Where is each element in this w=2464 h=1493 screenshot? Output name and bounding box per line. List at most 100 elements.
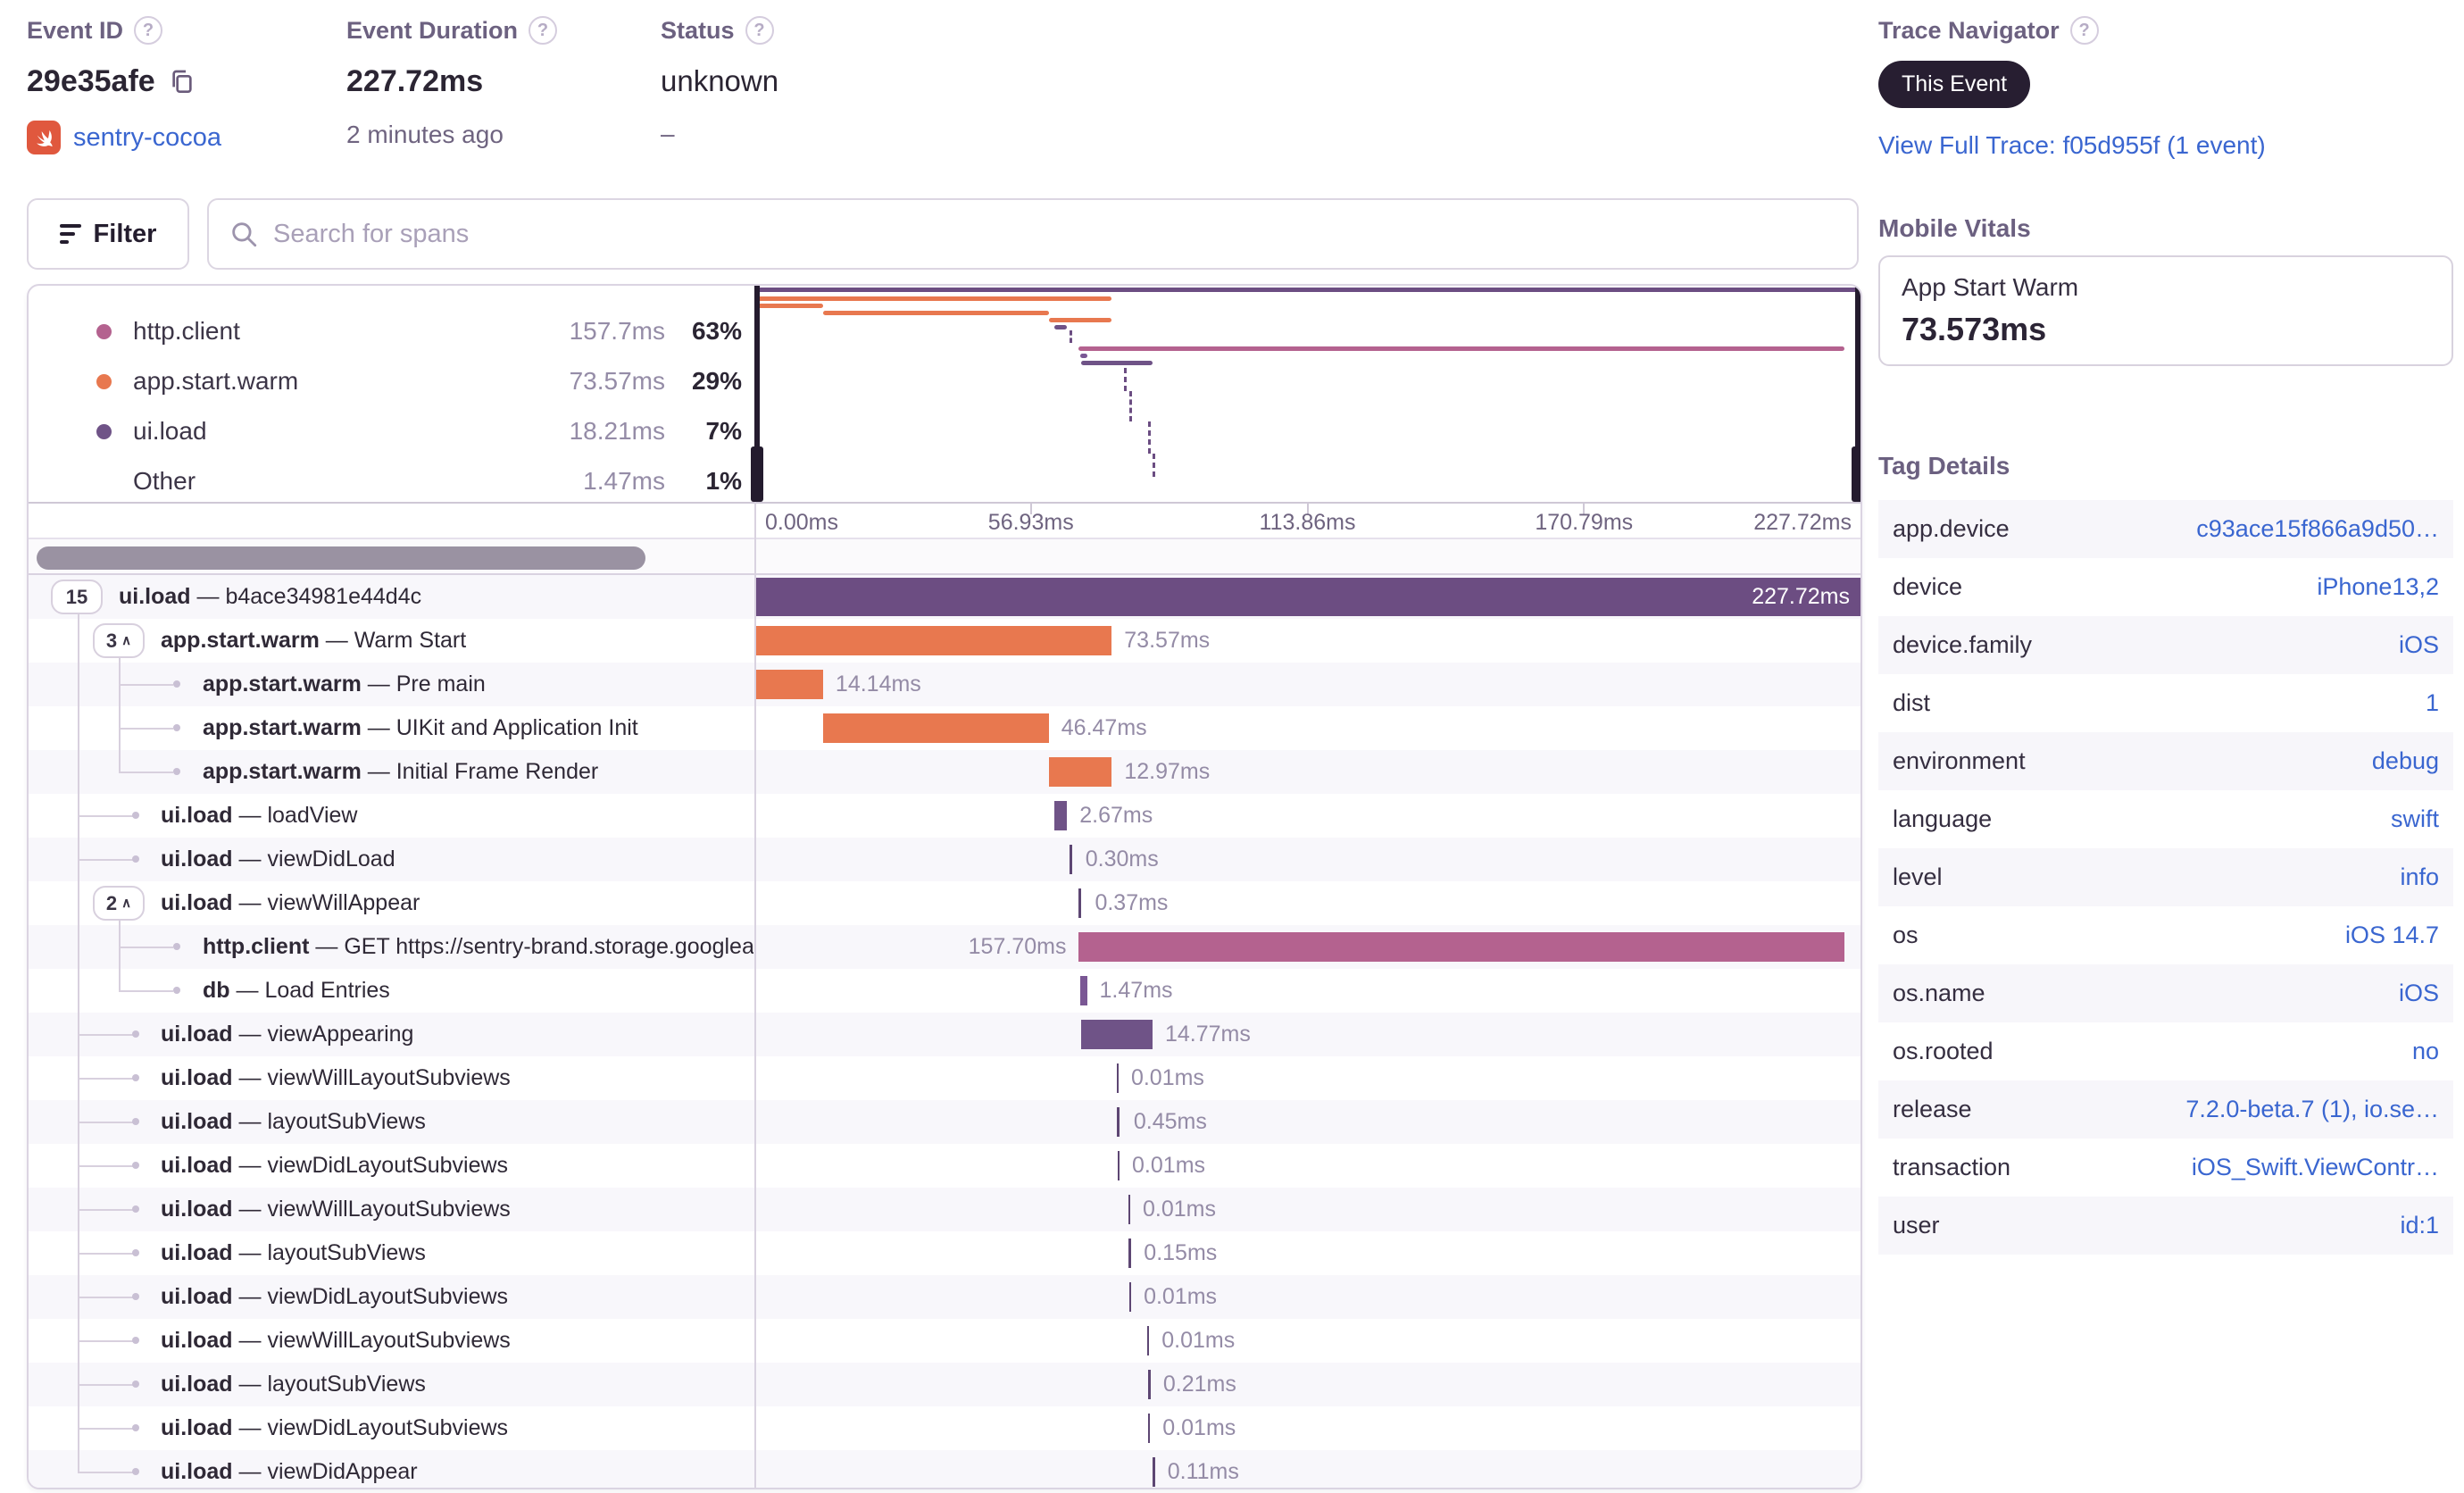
- span-tree-row[interactable]: ui.load — viewDidAppear 0.11ms: [29, 1450, 1860, 1488]
- help-icon[interactable]: ?: [134, 16, 163, 45]
- tag-details-title: Tag Details: [1878, 452, 2010, 480]
- tag-row: os.name iOS: [1878, 964, 2453, 1022]
- copy-icon[interactable]: [168, 68, 196, 96]
- span-row-label-cell: ui.load — viewAppearing: [29, 1013, 753, 1056]
- span-duration-bar: [1117, 1151, 1120, 1180]
- tag-value-link[interactable]: no: [2412, 1038, 2439, 1065]
- span-children-toggle[interactable]: 2 ∧: [93, 886, 145, 921]
- span-tree-row[interactable]: ui.load — viewDidLayoutSubviews 0.01ms: [29, 1275, 1860, 1319]
- span-duration-bar: [754, 670, 823, 699]
- tag-key: dist: [1893, 689, 1931, 716]
- span-row-bar-cell: 12.97ms: [754, 750, 1860, 794]
- span-duration-label: 0.01ms: [1143, 1197, 1216, 1222]
- status-label: Status: [661, 16, 735, 44]
- event-id-label-row: Event ID ?: [27, 16, 221, 45]
- search-input[interactable]: [273, 219, 1837, 249]
- tree-connector: [78, 1078, 134, 1080]
- span-tree-row[interactable]: ui.load — viewAppearing 14.77ms: [29, 1013, 1860, 1056]
- span-tree-row[interactable]: 3 ∧ app.start.warm — Warm Start 73.57ms: [29, 619, 1860, 663]
- project-link[interactable]: sentry-cocoa: [73, 123, 221, 153]
- tag-value-link[interactable]: 1: [2426, 689, 2439, 717]
- span-tree-row[interactable]: app.start.warm — Pre main 14.14ms: [29, 663, 1860, 706]
- tree-connector-dot: [132, 1162, 139, 1169]
- span-row-label-cell: app.start.warm — Initial Frame Render: [29, 750, 753, 794]
- legend-op-name: Other: [133, 467, 196, 495]
- tag-value-link[interactable]: id:1: [2400, 1212, 2439, 1239]
- span-row-bar-cell: 73.57ms: [754, 619, 1860, 663]
- span-row-label-cell: ui.load — layoutSubViews: [29, 1231, 753, 1275]
- span-tree-row[interactable]: 2 ∧ ui.load — viewWillAppear 0.37ms: [29, 881, 1860, 925]
- axis-tick-label: 227.72ms: [1753, 510, 1852, 535]
- axis-tick-label: 56.93ms: [987, 510, 1074, 535]
- span-duration-bar: [1078, 932, 1845, 962]
- span-tree-row[interactable]: ui.load — viewWillLayoutSubviews 0.01ms: [29, 1319, 1860, 1363]
- span-tree-row[interactable]: ui.load — viewWillLayoutSubviews 0.01ms: [29, 1188, 1860, 1231]
- help-icon[interactable]: ?: [529, 16, 558, 45]
- tag-value-link[interactable]: c93ace15f866a9d50…: [2196, 515, 2439, 543]
- tree-scrollbar-thumb[interactable]: [37, 546, 645, 570]
- tree-connector-dot: [173, 768, 180, 775]
- status-dash: –: [661, 120, 675, 147]
- span-tree-row[interactable]: ui.load — layoutSubViews 0.21ms: [29, 1363, 1860, 1406]
- tag-row: transaction iOS_Swift.ViewContr…: [1878, 1139, 2453, 1197]
- legend-op-duration: 1.47ms: [583, 467, 665, 495]
- tag-row: os.rooted no: [1878, 1022, 2453, 1080]
- span-duration-bar: [1129, 1282, 1132, 1312]
- span-row-bar-cell: 14.14ms: [754, 663, 1860, 706]
- span-duration-bar: [822, 713, 1049, 743]
- span-tree-row[interactable]: app.start.warm — Initial Frame Render 12.…: [29, 750, 1860, 794]
- minimap-handle-right[interactable]: [1852, 286, 1860, 502]
- event-duration-block: Event Duration ? 227.72ms 2 minutes ago: [346, 16, 558, 149]
- view-full-trace-link[interactable]: View Full Trace: f05d955f (1 event): [1878, 131, 2266, 160]
- span-row-label-cell: 15 ui.load — b4ace34981e44d4c: [29, 575, 753, 619]
- ops-breakdown-legend: http.client 157.7ms 63% app.start.warm 73.57…: [29, 286, 754, 502]
- tag-value-link[interactable]: iOS: [2399, 631, 2439, 659]
- span-tree-row[interactable]: ui.load — viewWillLayoutSubviews 0.01ms: [29, 1056, 1860, 1100]
- minimap-dashed-connector: [1129, 391, 1133, 421]
- minimap-span-bar: [1053, 325, 1068, 329]
- span-tree-row[interactable]: ui.load — viewDidLayoutSubviews 0.01ms: [29, 1144, 1860, 1188]
- span-tree-row[interactable]: ui.load — viewDidLoad 0.30ms: [29, 838, 1860, 881]
- tag-value-link[interactable]: iOS: [2399, 980, 2439, 1007]
- tag-key: environment: [1893, 747, 2026, 774]
- span-row-bar-cell: 0.45ms: [754, 1100, 1860, 1144]
- span-row-bar-cell: 0.01ms: [754, 1275, 1860, 1319]
- span-row-bar-cell: 0.37ms: [754, 881, 1860, 925]
- span-children-toggle[interactable]: 15: [51, 580, 103, 614]
- trace-minimap[interactable]: [751, 286, 1860, 502]
- span-tree-row[interactable]: http.client — GET https://sentry-brand.s…: [29, 925, 1860, 969]
- tag-value-link[interactable]: iOS 14.7: [2345, 922, 2439, 949]
- tree-connector: [78, 1034, 134, 1036]
- span-duration-label: 157.70ms: [968, 934, 1067, 959]
- span-tree-row[interactable]: ui.load — layoutSubViews 0.15ms: [29, 1231, 1860, 1275]
- span-tree-row[interactable]: app.start.warm — UIKit and Application I…: [29, 706, 1860, 750]
- span-row-bar-cell: 0.01ms: [754, 1188, 1860, 1231]
- tag-value-link[interactable]: info: [2400, 863, 2439, 891]
- help-icon[interactable]: ?: [745, 16, 774, 45]
- tree-connector: [119, 728, 173, 730]
- span-row-label: ui.load — b4ace34981e44d4c: [119, 584, 422, 609]
- legend-item: app.start.warm 73.57ms 29%: [29, 359, 754, 404]
- filter-button[interactable]: Filter: [27, 198, 189, 270]
- span-tree-row[interactable]: ui.load — loadView 2.67ms: [29, 794, 1860, 838]
- span-tree-row[interactable]: ui.load — layoutSubViews 0.45ms: [29, 1100, 1860, 1144]
- span-children-toggle[interactable]: 3 ∧: [93, 623, 145, 658]
- tag-value-link[interactable]: swift: [2391, 805, 2439, 833]
- span-tree-row[interactable]: ui.load — viewDidLayoutSubviews 0.01ms: [29, 1406, 1860, 1450]
- span-row-label: db — Load Entries: [203, 978, 390, 1003]
- span-row-label: ui.load — viewDidLoad: [161, 847, 395, 872]
- tag-value-link[interactable]: iOS_Swift.ViewContr…: [2192, 1154, 2439, 1181]
- minimap-handle-left[interactable]: [751, 286, 763, 502]
- tag-value-link[interactable]: 7.2.0-beta.7 (1), io.se…: [2185, 1096, 2439, 1123]
- span-tree-row[interactable]: db — Load Entries 1.47ms: [29, 969, 1860, 1013]
- span-duration-label: 227.72ms: [1752, 584, 1850, 609]
- tree-connector-dot: [132, 1074, 139, 1081]
- vital-name: App Start Warm: [1902, 273, 2079, 301]
- tag-value-link[interactable]: iPhone13,2: [2317, 573, 2439, 601]
- span-duration-label: 0.30ms: [1085, 847, 1159, 872]
- help-icon[interactable]: ?: [2069, 16, 2099, 45]
- span-row-label-cell: ui.load — viewWillLayoutSubviews: [29, 1056, 753, 1100]
- tree-connector-dot: [173, 987, 180, 994]
- span-tree-row[interactable]: 15 ui.load — b4ace34981e44d4c 227.72ms: [29, 575, 1860, 619]
- tag-value-link[interactable]: debug: [2372, 747, 2439, 775]
